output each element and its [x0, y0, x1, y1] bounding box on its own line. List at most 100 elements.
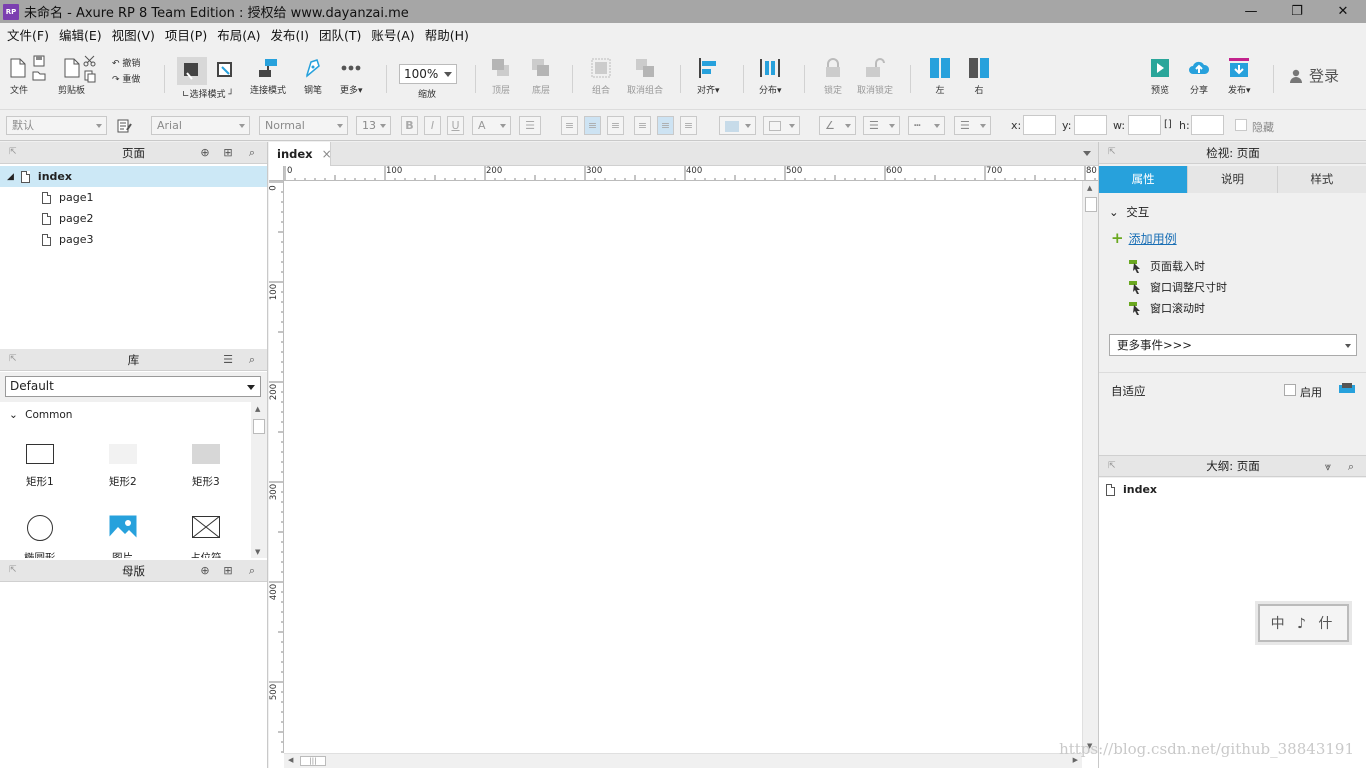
vertical-ruler[interactable]: 0 100 200 300 400 500 — [269, 181, 284, 753]
horizontal-ruler[interactable]: 0 100 200 300 400 500 600 700 80 — [284, 166, 1098, 181]
widget-rectangle1-icon[interactable] — [26, 444, 54, 464]
close-button[interactable]: ✕ — [1320, 0, 1366, 23]
font-family-select[interactable]: Arial — [151, 116, 250, 135]
collapse-arrow-icon[interactable]: ⇱ — [9, 565, 17, 575]
widget-placeholder-icon[interactable] — [192, 516, 220, 538]
lock-button[interactable]: 锁定 — [822, 45, 844, 96]
align-text-top-button[interactable]: ≡ — [634, 116, 651, 135]
search-icon[interactable]: ⌕ — [246, 354, 258, 366]
collapse-arrow-icon[interactable]: ⇱ — [9, 354, 17, 364]
widget-rectangle2-icon[interactable] — [109, 444, 137, 464]
scroll-thumb[interactable] — [253, 419, 265, 434]
bold-button[interactable]: B — [401, 116, 418, 135]
widget-ellipse-icon[interactable] — [27, 515, 53, 541]
menu-account[interactable]: 账号(A) — [366, 25, 419, 44]
add-master-icon[interactable]: ⊕ — [199, 565, 211, 577]
scroll-up-icon[interactable]: ▲ — [1087, 184, 1092, 192]
right-panel-toggle[interactable]: 右 — [968, 45, 990, 96]
event-window-resize[interactable]: 窗口调整尺寸时 — [1129, 279, 1227, 295]
scroll-up-icon[interactable]: ▲ — [255, 405, 260, 413]
tab-properties[interactable]: 属性 — [1099, 166, 1189, 193]
publish-button[interactable]: 发布▾ — [1228, 45, 1251, 96]
share-button[interactable]: 分享 — [1188, 45, 1210, 96]
expand-triangle-icon[interactable]: ◢ — [7, 172, 14, 182]
page-item-page3[interactable]: page3 — [0, 229, 267, 250]
align-text-left-button[interactable]: ≡ — [561, 116, 578, 135]
pen-button[interactable]: 钢笔 — [302, 45, 324, 96]
event-window-scroll[interactable]: 窗口滚动时 — [1129, 300, 1205, 316]
align-button[interactable]: 对齐▾ — [697, 45, 720, 96]
h-input[interactable] — [1191, 115, 1224, 135]
library-section-common[interactable]: ⌄ Common — [9, 409, 72, 421]
close-tab-icon[interactable]: × — [322, 147, 332, 161]
outline-item-index[interactable]: index — [1106, 483, 1157, 496]
send-to-back-button[interactable]: 底层 — [530, 45, 552, 96]
page-item-page2[interactable]: page2 — [0, 208, 267, 229]
widget-image-icon[interactable] — [109, 515, 137, 541]
align-text-center-button[interactable]: ≡ — [584, 116, 601, 135]
italic-button[interactable]: I — [424, 116, 441, 135]
library-scrollbar[interactable]: ▲ ▼ — [251, 402, 267, 558]
menu-publish[interactable]: 发布(I) — [266, 25, 314, 44]
more-events-select[interactable]: 更多事件>>> — [1109, 334, 1357, 356]
line-style-select[interactable]: ┅ — [908, 116, 945, 135]
collapse-arrow-icon[interactable]: ⇱ — [1108, 461, 1116, 471]
bullet-list-button[interactable]: ☰ — [519, 116, 541, 135]
canvas-horizontal-scrollbar[interactable]: ◀ ||| ▶ — [284, 753, 1082, 768]
save-open-icons[interactable] — [32, 55, 46, 81]
adaptive-views-icon[interactable] — [1339, 383, 1355, 395]
tab-index[interactable]: index × — [269, 142, 332, 166]
library-select[interactable]: Default — [5, 376, 261, 397]
scroll-thumb[interactable]: ||| — [300, 756, 326, 766]
filter-icon[interactable]: ⩔ — [1322, 461, 1334, 473]
align-text-right-button[interactable]: ≡ — [607, 116, 624, 135]
menu-icon[interactable]: ☰ — [222, 354, 234, 366]
menu-team[interactable]: 团队(T) — [314, 25, 366, 44]
fill-color-select[interactable] — [719, 116, 756, 135]
left-panel-toggle[interactable]: 左 — [929, 45, 951, 96]
scroll-down-icon[interactable]: ▼ — [255, 548, 260, 556]
menu-project[interactable]: 项目(P) — [160, 25, 212, 44]
align-text-bottom-button[interactable]: ≡ — [680, 116, 697, 135]
font-weight-select[interactable]: Normal — [259, 116, 348, 135]
add-page-icon[interactable]: ⊕ — [199, 147, 211, 159]
zoom-select[interactable]: 100% — [399, 64, 457, 84]
canvas-vertical-scrollbar[interactable]: ▲ ▼ — [1082, 181, 1098, 753]
design-canvas[interactable] — [284, 181, 1082, 753]
hidden-checkbox[interactable] — [1235, 119, 1247, 131]
group-button[interactable]: 组合 — [590, 45, 612, 96]
minimize-button[interactable]: — — [1228, 0, 1274, 23]
add-folder-icon[interactable]: ⊞ — [222, 147, 234, 159]
menu-file[interactable]: 文件(F) — [2, 25, 54, 44]
line-width-select[interactable]: ☰ — [863, 116, 900, 135]
add-case-link[interactable]: + 添加用例 — [1111, 229, 1177, 247]
restore-button[interactable]: ❐ — [1274, 0, 1320, 23]
widget-style-select[interactable]: 默认 — [6, 116, 107, 135]
scroll-thumb[interactable] — [1085, 197, 1097, 212]
clipboard-button[interactable]: 剪贴板 — [58, 45, 85, 96]
line-color-select[interactable]: ∠ — [819, 116, 856, 135]
w-input[interactable] — [1128, 115, 1161, 135]
adaptive-enable-checkbox[interactable] — [1284, 384, 1296, 396]
interaction-section[interactable]: ⌄ 交互 — [1109, 204, 1149, 220]
event-page-load[interactable]: 页面载入时 — [1129, 258, 1205, 274]
tab-notes[interactable]: 说明 — [1188, 166, 1278, 193]
menu-help[interactable]: 帮助(H) — [420, 25, 474, 44]
ungroup-button[interactable]: 取消组合 — [627, 45, 663, 96]
underline-button[interactable]: U — [447, 116, 464, 135]
font-size-select[interactable]: 13 — [356, 116, 391, 135]
menu-view[interactable]: 视图(V) — [107, 25, 160, 44]
lock-ratio-icon[interactable]: [] — [1164, 119, 1172, 130]
search-icon[interactable]: ⌕ — [1345, 461, 1357, 473]
search-icon[interactable]: ⌕ — [246, 565, 258, 577]
menu-arrange[interactable]: 布局(A) — [212, 25, 265, 44]
collapse-arrow-icon[interactable]: ⇱ — [1108, 147, 1116, 157]
y-input[interactable] — [1074, 115, 1107, 135]
collapse-arrow-icon[interactable]: ⇱ — [9, 147, 17, 157]
connect-mode-button[interactable]: 连接模式 — [250, 45, 286, 96]
search-icon[interactable]: ⌕ — [246, 147, 258, 159]
style-manager-icon[interactable] — [117, 119, 133, 133]
x-input[interactable] — [1023, 115, 1056, 135]
bring-to-front-button[interactable]: 顶层 — [490, 45, 512, 96]
widget-rectangle3-icon[interactable] — [192, 444, 220, 464]
